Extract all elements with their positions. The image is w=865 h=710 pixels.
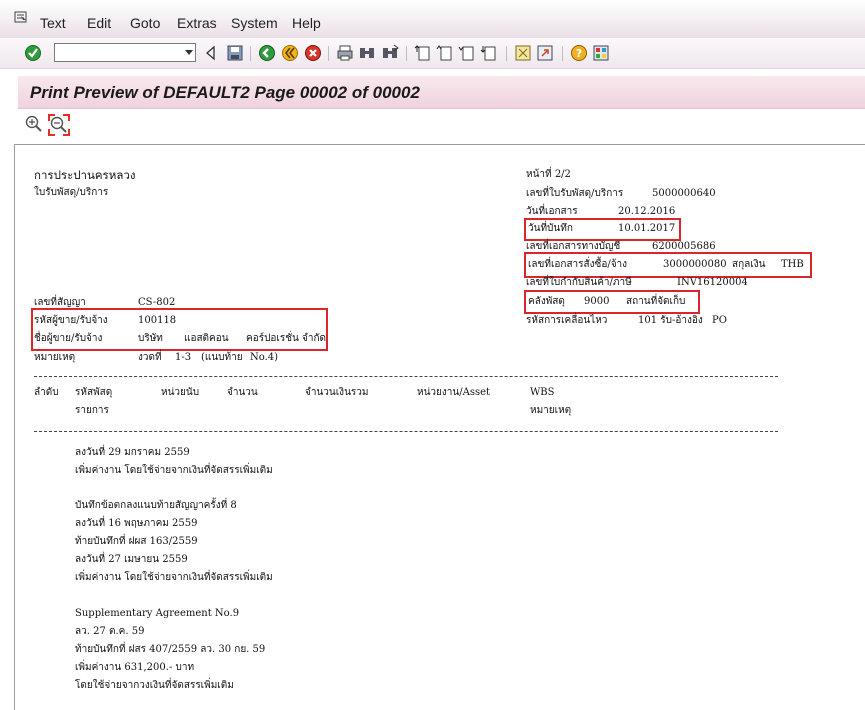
movement-value: 101 รับ-อ้างอิง xyxy=(638,315,703,326)
column-header-wbs: WBS xyxy=(530,387,555,398)
column-header-items: รายการ xyxy=(75,405,109,416)
doc-date-label: วันที่เอกสาร xyxy=(526,206,578,217)
first-page-icon[interactable] xyxy=(414,44,432,62)
note-value: (แนบท้าย xyxy=(201,352,243,363)
remark-line: ลงวันที่ 29 มกราคม 2559 xyxy=(75,447,190,458)
find-next-icon[interactable] xyxy=(381,44,399,62)
movement-label: รหัสการเคลื่อนไหว xyxy=(526,315,608,326)
remark-line: เพิ่มค่างาน โดยใช้จ่ายจากเงินที่จัดสรรเพ… xyxy=(75,572,273,583)
menu-help[interactable]: Help xyxy=(292,15,321,31)
back-arrow-icon[interactable] xyxy=(202,44,220,62)
zoom-in-icon[interactable] xyxy=(24,114,44,137)
currency-label: สกุลเงิน xyxy=(732,259,766,270)
title-bar: Print Preview of DEFAULT2 Page 00002 of … xyxy=(18,76,865,109)
toolbar-separator xyxy=(328,46,329,61)
column-header-amount: จำนวนเงินรวม xyxy=(305,387,369,398)
save-icon[interactable] xyxy=(226,44,244,62)
column-header-dept: หน่วยงาน/Asset xyxy=(417,387,491,398)
menu-bar: Text Edit Goto Extras System Help xyxy=(0,0,865,39)
page-title: Print Preview of DEFAULT2 Page 00002 of … xyxy=(30,83,420,102)
toolbar-separator xyxy=(406,46,407,61)
toolbar-separator xyxy=(562,46,563,61)
vendor-name-part: แอสติคอน xyxy=(184,333,229,344)
print-preview-document: การประปานครหลวง ใบรับพัสดุ/บริการ หน้าที… xyxy=(14,144,865,710)
remark-line: ท้ายบันทึกที่ ฝสร 407/2559 ลว. 30 กย. 59 xyxy=(75,644,266,655)
storage-location-label: สถานที่จัดเก็บ xyxy=(626,296,686,307)
record-date-label: วันที่บันทึก xyxy=(528,223,573,234)
menu-text[interactable]: Text xyxy=(40,15,66,31)
vendor-name-part: บริษัท xyxy=(138,333,163,344)
invoice-label: เลขที่ใบกำกับสินค้า/ภาษี xyxy=(526,277,632,288)
new-session-icon[interactable] xyxy=(514,44,532,62)
po-label: เลขที่เอกสารสั่งซื้อ/จ้าง xyxy=(528,259,628,270)
receipt-no-label: เลขที่ใบรับพัสดุ/บริการ xyxy=(526,188,624,199)
column-header-unit: หน่วยนับ xyxy=(161,387,200,398)
note-value: งวดที่ xyxy=(138,352,162,363)
exit-icon[interactable] xyxy=(281,44,299,62)
shortcut-icon[interactable] xyxy=(536,44,554,62)
remark-line: โดยใช้จ่ายจากวงเงินที่จัดสรรเพิ่มเติม xyxy=(75,680,234,691)
vendor-name-label: ชื่อผู้ขาย/รับจ้าง xyxy=(34,333,103,344)
remark-line: ลว. 27 ต.ค. 59 xyxy=(75,626,145,637)
print-icon[interactable] xyxy=(336,44,354,62)
note-value: No.4) xyxy=(250,352,279,363)
dashed-rule xyxy=(34,431,778,432)
remark-line: เพิ่มค่างาน 631,200.- บาท xyxy=(75,662,195,673)
note-value: 1-3 xyxy=(175,352,192,363)
menu-goto[interactable]: Goto xyxy=(130,15,160,31)
previous-page-icon[interactable] xyxy=(436,44,454,62)
doc-date-value: 20.12.2016 xyxy=(618,206,676,217)
remark-line: ลงวันที่ 16 พฤษภาคม 2559 xyxy=(75,518,198,529)
organization-name: การประปานครหลวง xyxy=(34,168,136,182)
zoom-out-icon[interactable] xyxy=(48,114,70,136)
last-page-icon[interactable] xyxy=(480,44,498,62)
menu-extras[interactable]: Extras xyxy=(177,15,217,31)
help-icon[interactable]: ? xyxy=(570,44,588,62)
menu-edit[interactable]: Edit xyxy=(87,15,111,31)
svg-text:?: ? xyxy=(576,47,582,60)
warehouse-label: คลังพัสดุ xyxy=(528,296,565,307)
record-date-value: 10.01.2017 xyxy=(618,223,676,234)
receipt-no-value: 5000000640 xyxy=(652,188,716,199)
vendor-code-value: 100118 xyxy=(138,315,177,326)
standard-toolbar: ? xyxy=(0,38,865,69)
command-field[interactable] xyxy=(54,43,196,62)
enter-icon[interactable] xyxy=(24,44,42,62)
dashed-rule xyxy=(34,376,778,377)
remark-line: ลงวันที่ 27 เมษายน 2559 xyxy=(75,554,188,565)
page-number: หน้าที่ 2/2 xyxy=(526,169,571,180)
movement-suffix: PO xyxy=(712,315,727,326)
column-header-remark: หมายเหตุ xyxy=(530,405,572,416)
invoice-value: INV16120004 xyxy=(677,277,748,288)
next-page-icon[interactable] xyxy=(458,44,476,62)
vendor-code-label: รหัสผู้ขาย/รับจ้าง xyxy=(34,315,108,326)
warehouse-value: 9000 xyxy=(584,296,610,307)
column-header-seq: ลำดับ xyxy=(34,387,59,398)
remark-line: เพิ่มค่างาน โดยใช้จ่ายจากเงินที่จัดสรรเพ… xyxy=(75,465,273,476)
application-toolbar xyxy=(18,110,865,140)
find-icon[interactable] xyxy=(358,44,376,62)
toolbar-separator xyxy=(506,46,507,61)
cancel-icon[interactable] xyxy=(304,44,322,62)
toolbar-separator xyxy=(250,46,251,61)
remark-line: ท้ายบันทึกที่ ฝผส 163/2559 xyxy=(75,536,198,547)
currency-value: THB xyxy=(781,259,804,270)
column-header-qty: จำนวน xyxy=(227,387,258,398)
customize-layout-icon[interactable] xyxy=(592,44,610,62)
note-label: หมายเหตุ xyxy=(34,352,76,363)
remark-line: บันทึกข้อตกลงแนบท้ายสัญญาครั้งที่ 8 xyxy=(75,500,237,511)
back-icon[interactable] xyxy=(258,44,276,62)
sap-menu-icon[interactable] xyxy=(14,10,28,27)
chevron-down-icon[interactable] xyxy=(185,50,193,55)
column-header-code: รหัสพัสดุ xyxy=(75,387,113,398)
po-value: 3000000080 xyxy=(663,259,727,270)
remark-line: Supplementary Agreement No.9 xyxy=(75,608,240,619)
document-type: ใบรับพัสดุ/บริการ xyxy=(34,187,109,198)
vendor-name-part: คอร์ปอเรชั่น จำกัด xyxy=(246,333,327,344)
menu-system[interactable]: System xyxy=(231,15,278,31)
